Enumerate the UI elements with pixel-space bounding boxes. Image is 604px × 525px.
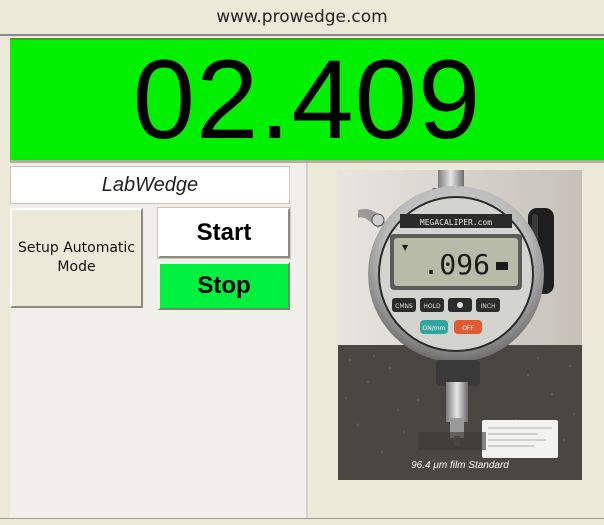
photo-on-label: ON/mm: [423, 325, 446, 332]
start-button[interactable]: Start: [157, 207, 291, 259]
svg-text:CMNS: CMNS: [395, 303, 413, 310]
app-name-label: LabWedge: [10, 166, 290, 204]
svg-text:▼: ▼: [402, 243, 409, 252]
photo-off-label: OFF: [462, 325, 474, 332]
setup-automatic-mode-button[interactable]: Setup Automatic Mode: [10, 208, 143, 308]
svg-text:HOLD: HOLD: [423, 303, 441, 310]
setup-automatic-mode-label: Setup Automatic Mode: [18, 240, 135, 275]
stop-button[interactable]: Stop: [158, 262, 290, 310]
reading-display-panel: 02.409: [10, 38, 604, 160]
indicator-photo: MEGACALIPER.com .096 ▼ CMNS HOLD INCH ON…: [338, 170, 582, 480]
reading-value: 02.409: [132, 37, 482, 162]
photo-caption: 96.4 μm film Standard: [411, 460, 509, 471]
website-url-label: www.prowedge.com: [0, 0, 604, 34]
labwedge-window: www.prowedge.com 02.409 LabWedge Setup A…: [0, 0, 604, 525]
left-gutter: [0, 36, 10, 525]
bottom-status-bar: [0, 518, 604, 525]
svg-text:INCH: INCH: [481, 303, 496, 310]
url-divider: [0, 34, 604, 36]
photo-brand-text: MEGACALIPER.com: [420, 218, 492, 227]
photo-lcd-reading: .096: [423, 248, 490, 281]
dial-indicator-illustration: MEGACALIPER.com .096 ▼ CMNS HOLD INCH ON…: [338, 170, 582, 480]
